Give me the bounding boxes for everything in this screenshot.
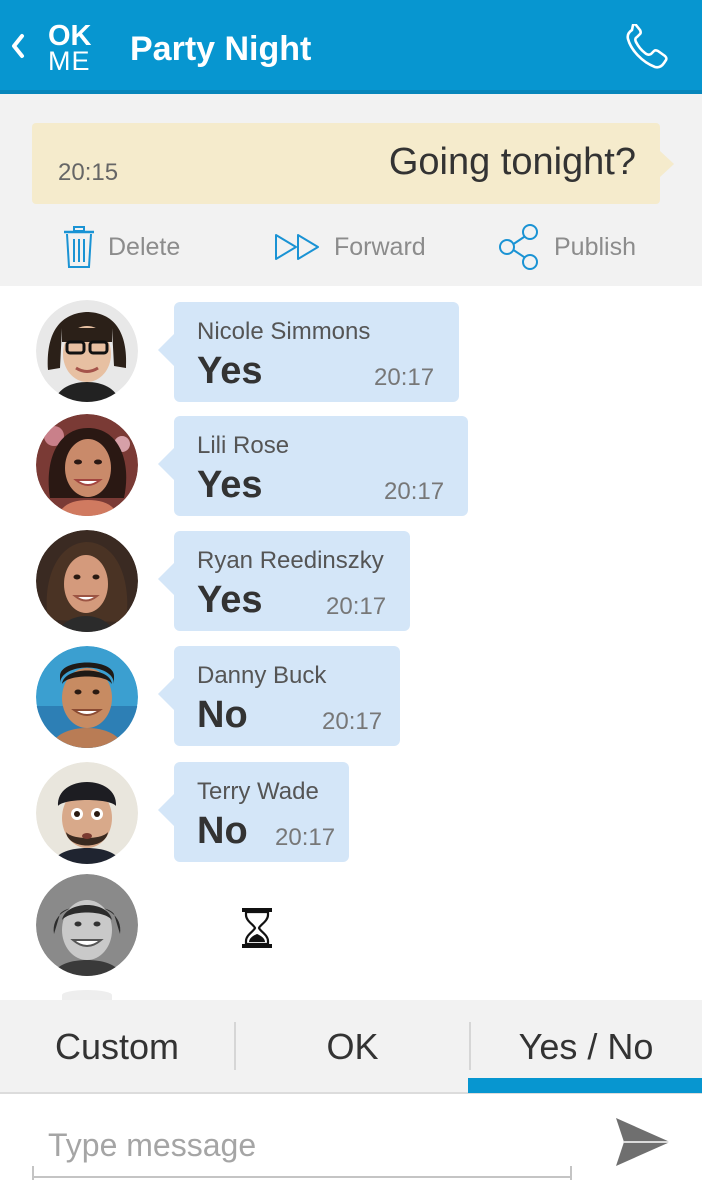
responder-name: Terry Wade — [197, 778, 319, 805]
forward-label: Forward — [334, 232, 426, 261]
publish-button[interactable]: Publish — [498, 222, 636, 272]
selected-tab-indicator — [468, 1078, 702, 1093]
chat-title: Party Night — [130, 30, 312, 68]
response-time: 20:17 — [374, 364, 435, 391]
responder-name: Danny Buck — [197, 662, 327, 689]
avatar — [62, 990, 112, 1000]
message-input[interactable] — [32, 1114, 572, 1178]
avatar[interactable] — [36, 414, 138, 516]
input-underline-edge — [32, 1166, 34, 1180]
response-bubble[interactable]: Terry Wade No 20:17 — [158, 762, 349, 862]
response-answer: Yes — [197, 579, 263, 621]
phone-icon[interactable] — [622, 24, 672, 72]
chevron-left-icon[interactable] — [6, 26, 28, 66]
avatar[interactable] — [36, 762, 138, 864]
publish-label: Publish — [554, 232, 636, 261]
response-time: 20:17 — [275, 824, 336, 851]
share-icon — [499, 224, 538, 270]
avatar[interactable] — [36, 530, 138, 632]
avatar[interactable] — [36, 646, 138, 748]
response-bubble[interactable]: Nicole Simmons Yes 20:17 — [158, 302, 459, 402]
hourglass-icon — [242, 908, 272, 948]
forward-button[interactable]: Forward — [274, 222, 426, 272]
forward-icon — [275, 234, 319, 260]
response-bubble[interactable]: Lili Rose Yes 20:17 — [158, 416, 468, 516]
pinned-question-panel: 20:15 Going tonight? Delete Forward Publ… — [0, 94, 702, 286]
question-time: 20:15 — [58, 159, 119, 186]
response-time: 20:17 — [322, 708, 383, 735]
avatar[interactable] — [36, 300, 138, 402]
responder-name: Lili Rose — [197, 432, 290, 459]
send-icon[interactable] — [614, 1116, 672, 1168]
response-time: 20:17 — [326, 593, 387, 620]
responder-name: Ryan Reedinszky — [197, 547, 384, 574]
delete-label: Delete — [108, 232, 181, 261]
response-answer: No — [197, 810, 248, 852]
question-text: Going tonight? — [388, 141, 636, 183]
response-bubble[interactable]: Danny Buck No 20:17 — [158, 646, 400, 746]
avatar[interactable] — [36, 874, 138, 976]
response-time: 20:17 — [384, 478, 445, 505]
trash-icon — [64, 226, 94, 268]
app-logo: OK ME — [48, 22, 92, 75]
tab-ok[interactable]: OK — [236, 1000, 469, 1094]
tab-custom[interactable]: Custom — [0, 1000, 234, 1094]
response-answer: No — [197, 694, 248, 736]
input-underline-edge — [570, 1166, 572, 1180]
question-bubble[interactable]: 20:15 Going tonight? — [32, 123, 674, 204]
responder-name: Nicole Simmons — [197, 318, 371, 345]
delete-button[interactable]: Delete — [62, 222, 180, 272]
response-answer: Yes — [197, 350, 263, 392]
app-header: OK ME Party Night — [0, 0, 702, 94]
response-bubble[interactable]: Ryan Reedinszky Yes 20:17 — [158, 531, 410, 631]
compose-bar — [0, 1094, 702, 1200]
response-answer: Yes — [197, 464, 263, 506]
logo-me: ME — [48, 46, 91, 76]
